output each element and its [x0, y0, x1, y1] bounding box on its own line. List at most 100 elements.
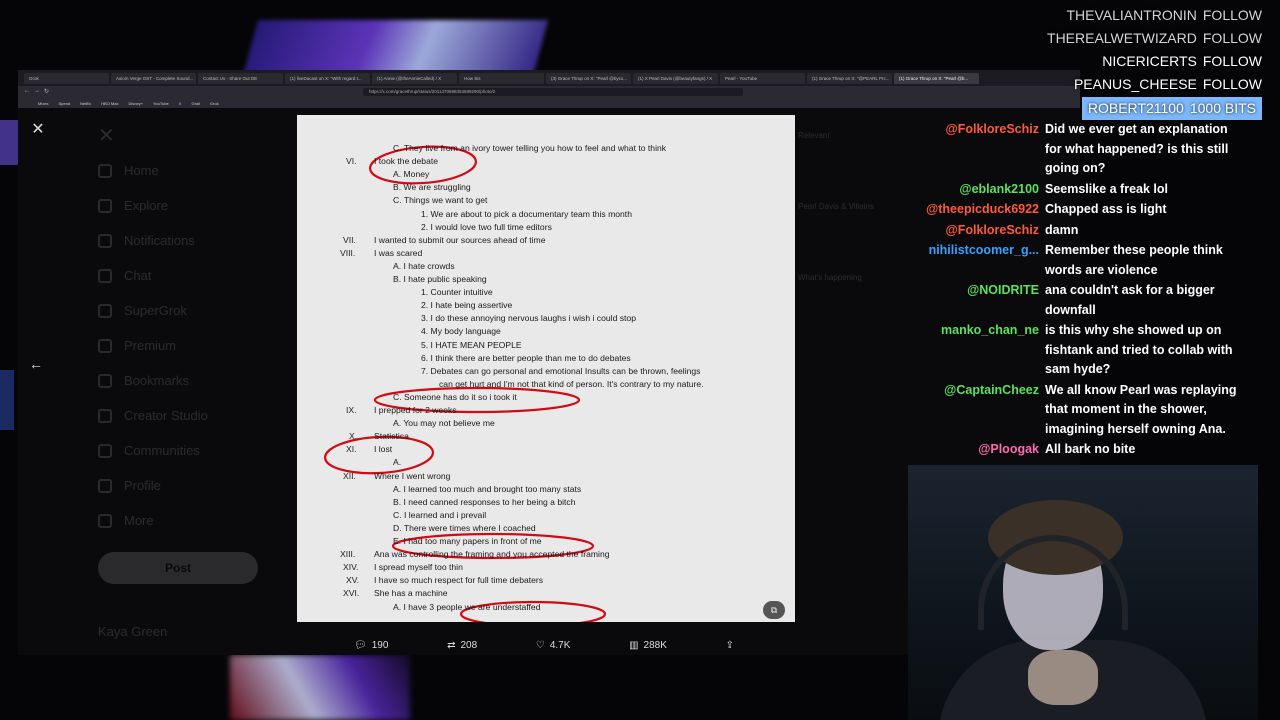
x-logo-icon[interactable]: ✕: [98, 118, 298, 153]
outline-numeral: VIII.: [340, 247, 356, 258]
outline-line: B. We are struggling: [393, 182, 471, 193]
post-button[interactable]: Post: [98, 552, 258, 584]
chat-text: Did we ever get an explanation for what …: [1045, 122, 1229, 175]
chat-username[interactable]: nihilistcoomer_g...: [915, 241, 1045, 280]
background-glitch: [230, 655, 410, 720]
x-account-name[interactable]: Kaya Green: [98, 614, 298, 649]
browser-tab[interactable]: (3) Grace Thrup on X: "Pearl @bycx...: [546, 72, 631, 84]
outline-line: 4. My body language: [421, 326, 501, 337]
x-nav-item[interactable]: Profile: [98, 468, 298, 503]
post-actions: 💬︎ 190 ⇄ 208 ♡ 4.7K ▥ 288K ⇪: [354, 635, 734, 655]
reply-count: 190: [371, 639, 389, 651]
bookmark-item[interactable]: Disney+: [129, 101, 144, 106]
chat-username[interactable]: @Ploogak: [915, 440, 1045, 460]
x-nav-item[interactable]: Notifications: [98, 223, 298, 258]
prev-image-icon[interactable]: ←: [26, 354, 46, 374]
browser-tab[interactable]: Grok: [24, 72, 109, 84]
browser-tab[interactable]: (1) X Pearl Davis (@beautyfangs) / X: [633, 72, 718, 84]
outline-line: A. Money: [393, 169, 430, 180]
chat-message: @FolkloreSchiz Did we ever get an explana…: [915, 120, 1250, 179]
bookmark-item[interactable]: Mixes: [38, 101, 48, 106]
nav-icon: [98, 303, 112, 318]
follow-alert: ROBERT21100 1000 BITS: [1002, 96, 1262, 120]
chat-username[interactable]: @NOIDRITE: [915, 281, 1045, 320]
outline-line: Ana was controlling the framing and you …: [374, 549, 610, 560]
bookmark-item[interactable]: X: [179, 101, 182, 106]
browser-tab[interactable]: Axiom Verge OST - Complete Sound...: [111, 72, 196, 84]
outline-line: 2. I hate being assertive: [421, 300, 513, 311]
browser-tab[interactable]: Contact Us - Share Out DE: [198, 72, 283, 84]
x-nav-item[interactable]: Premium: [98, 328, 298, 363]
x-nav-item[interactable]: Bookmarks: [98, 363, 298, 398]
x-nav-item[interactable]: SuperGrok: [98, 293, 298, 328]
chat-message: @Ploogak All bark no bite: [915, 440, 1250, 460]
x-nav-item[interactable]: Communities: [98, 433, 298, 468]
x-nav-item[interactable]: Chat: [98, 258, 298, 293]
follow-alert: PEANUS_CHEESE FOLLOW: [1002, 73, 1262, 96]
forward-icon[interactable]: →: [34, 88, 40, 94]
x-sidebar: ✕ Home Explore Notifications Chat SuperGrok Pr…: [98, 118, 298, 639]
image-options-icon[interactable]: ⧉: [763, 601, 785, 619]
bookmark-item[interactable]: Netflix: [80, 101, 91, 106]
browser-tab[interactable]: (1) Grace Thrup on X: "Pearl @b...: [894, 72, 979, 84]
outline-line: She has a machine: [374, 588, 448, 599]
browser-tab[interactable]: Pearl - YouTube: [720, 72, 805, 84]
share-button[interactable]: ⇪: [726, 640, 734, 651]
browser-tab[interactable]: How Sis: [459, 72, 544, 84]
like-button[interactable]: ♡ 4.7K: [536, 640, 571, 651]
x-nav-label: Communities: [124, 443, 200, 458]
alert-action: FOLLOW: [1202, 7, 1262, 23]
bookmark-item[interactable]: HBO Max: [101, 101, 118, 106]
outline-line: 1. We are about to pick a documentary te…: [421, 208, 632, 219]
chat-username[interactable]: @FolkloreSchiz: [915, 120, 1045, 179]
chat-username[interactable]: manko_chan_ne: [915, 321, 1045, 380]
x-nav-item[interactable]: Home: [98, 153, 298, 188]
chat-username[interactable]: @theepicduck6922: [915, 200, 1045, 220]
outline-line: A. I hate crowds: [393, 260, 455, 271]
bookmark-item[interactable]: Grok: [210, 101, 219, 106]
chat-username[interactable]: @eblank2100: [915, 180, 1045, 200]
x-nav-item[interactable]: More: [98, 503, 298, 538]
follow-alert: NICERICERTS FOLLOW: [1002, 50, 1262, 73]
x-nav-label: Notifications: [124, 233, 195, 248]
nav-icon: [98, 443, 112, 458]
x-nav-item[interactable]: Creator Studio: [98, 398, 298, 433]
outline-numeral: XIII.: [340, 549, 356, 560]
reload-icon[interactable]: ↻: [44, 88, 49, 95]
outline-numeral: X.: [349, 431, 358, 442]
bookmarks-bar: Mixes Spend Netflix HBO Max Disney+ YouTube X G…: [18, 98, 1080, 108]
chat-message: @eblank2100 Seemslike a freak lol: [915, 180, 1250, 200]
browser-tab[interactable]: (1) liveDacast on X: "With regard t...: [285, 72, 370, 84]
back-icon[interactable]: ←: [24, 88, 30, 94]
repost-count: 208: [460, 639, 478, 651]
follow-alert: THEREALWETWIZARD FOLLOW: [1002, 27, 1262, 50]
x-nav-label: Profile: [124, 478, 161, 493]
browser-tab[interactable]: (1) Grace Thrup on X: "@PEARL Prc...: [807, 72, 892, 84]
chat-username[interactable]: @CaptainCheez: [915, 381, 1045, 440]
alert-user: THEVALIANTRONIN: [1066, 7, 1197, 23]
nav-icon: [98, 268, 112, 283]
bookmark-item[interactable]: YouTube: [153, 101, 169, 106]
bookmark-item[interactable]: Grail: [191, 101, 199, 106]
alert-action: 1000 BITS: [1189, 100, 1256, 116]
close-icon[interactable]: ✕: [28, 120, 48, 140]
x-nav-label: Chat: [124, 268, 152, 283]
alert-action: FOLLOW: [1202, 30, 1262, 46]
like-count: 4.7K: [549, 639, 571, 651]
repost-button[interactable]: ⇄ 208: [447, 640, 477, 651]
bookmark-item[interactable]: Spend: [58, 101, 70, 106]
chat-text: All bark no bite: [1045, 442, 1136, 456]
outline-line: A.: [393, 457, 402, 468]
x-nav-item[interactable]: Explore: [98, 188, 298, 223]
x-nav-label: Premium: [124, 338, 177, 353]
view-count: 288K: [643, 639, 667, 651]
alert-user: ROBERT21100: [1087, 100, 1184, 116]
browser-tab[interactable]: (1) Annie (@theAnnieCalled) / X: [372, 72, 457, 84]
chat-username[interactable]: @FolkloreSchiz: [915, 221, 1045, 241]
alert-action: FOLLOW: [1202, 53, 1262, 69]
views-button[interactable]: ▥ 288K: [629, 640, 667, 651]
reply-button[interactable]: 💬︎ 190: [354, 640, 388, 651]
address-bar[interactable]: https://x.com/gracethrup/status/20113706…: [363, 88, 743, 96]
bits-alert: ROBERT21100 1000 BITS: [1081, 97, 1262, 120]
nav-icon: [98, 478, 112, 493]
